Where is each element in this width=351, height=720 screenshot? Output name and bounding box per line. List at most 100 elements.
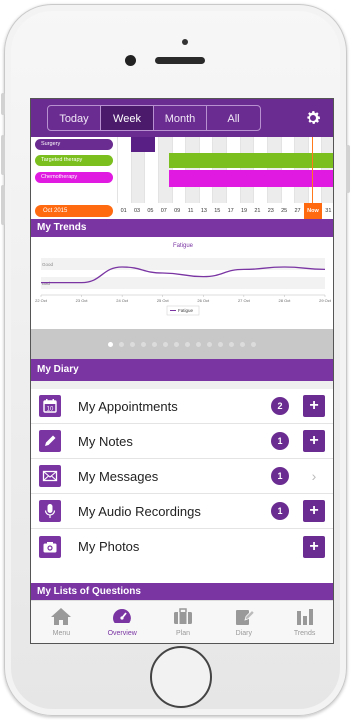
diary-row-appointments[interactable]: 10 My Appointments 2 + xyxy=(31,389,333,424)
speedometer-icon xyxy=(110,605,134,627)
date-label: 15 xyxy=(214,208,221,214)
pager-dot[interactable] xyxy=(141,341,146,347)
treatment-timeline: Surgery Targeted therapy Chemotherapy Oc… xyxy=(31,137,333,219)
date-label: 25 xyxy=(281,208,288,214)
date-label: 13 xyxy=(200,208,207,214)
audio-recordings-label: My Audio Recordings xyxy=(78,503,201,519)
pager-dot[interactable] xyxy=(218,341,223,347)
x-tick-label: 26 Oct xyxy=(197,298,210,303)
pager-dot[interactable] xyxy=(130,341,135,347)
pager-dot[interactable] xyxy=(174,341,179,347)
month-badge[interactable]: Oct 2015 xyxy=(35,205,113,217)
chart-title: Fatigue xyxy=(173,243,194,249)
date-label: 05 xyxy=(147,208,154,214)
date-label: 31 xyxy=(325,208,332,214)
good-band xyxy=(41,258,325,270)
pager-dot[interactable] xyxy=(108,341,113,347)
pager-dot[interactable] xyxy=(152,341,157,347)
add-audio-recording-button[interactable]: + xyxy=(303,500,325,522)
now-marker-line xyxy=(312,137,313,203)
diary-row-messages[interactable]: My Messages 1 › xyxy=(31,459,333,494)
x-tick-label: 24 Oct xyxy=(116,298,129,303)
tab-plan-label: Plan xyxy=(175,630,190,637)
pager-dot[interactable] xyxy=(163,341,168,347)
tab-trends-label: Trends xyxy=(293,630,316,637)
tab-overview-label: Overview xyxy=(107,630,137,637)
timeline-label-targeted-therapy[interactable]: Targeted therapy xyxy=(35,155,113,166)
messages-label: My Messages xyxy=(78,468,159,484)
pager-dot[interactable] xyxy=(240,341,245,347)
appointments-label: My Appointments xyxy=(78,398,178,414)
timeline-label-chemotherapy[interactable]: Chemotherapy xyxy=(35,172,113,183)
volume-down-button xyxy=(1,185,5,225)
tab-plan[interactable]: Plan xyxy=(153,601,214,643)
svg-text:10: 10 xyxy=(47,407,54,413)
settings-gear-icon[interactable] xyxy=(303,108,323,128)
tab-trends[interactable]: Trends xyxy=(274,601,333,643)
segment-week[interactable]: Week xyxy=(101,106,154,130)
add-appointment-button[interactable]: + xyxy=(303,395,325,417)
date-label: 27 xyxy=(294,208,301,214)
front-sensor xyxy=(182,39,188,45)
diary-pen-icon xyxy=(232,605,256,627)
tab-overview[interactable]: Overview xyxy=(92,601,153,643)
segment-all[interactable]: All xyxy=(207,106,260,130)
bar-chart-icon xyxy=(293,605,317,627)
pager-dot[interactable] xyxy=(251,341,256,347)
x-tick-label: 27 Oct xyxy=(238,298,251,303)
add-note-button[interactable]: + xyxy=(303,430,325,452)
date-label: 01 xyxy=(120,208,127,214)
lists-of-questions-header[interactable]: My Lists of Questions xyxy=(31,583,333,601)
chevron-right-icon[interactable]: › xyxy=(303,468,325,484)
period-segmented-control: Today Week Month All xyxy=(47,105,261,131)
segment-month[interactable]: Month xyxy=(154,106,207,130)
notes-label: My Notes xyxy=(78,433,133,449)
pencil-icon xyxy=(39,430,61,452)
power-button xyxy=(346,145,350,193)
date-label: 17 xyxy=(227,208,234,214)
timeline-row-targeted-therapy: Targeted therapy xyxy=(31,153,333,168)
date-label: 23 xyxy=(267,208,274,214)
camera-icon xyxy=(39,535,61,558)
envelope-icon xyxy=(39,465,61,487)
timeline-row-chemotherapy: Chemotherapy xyxy=(31,170,333,187)
add-photo-button[interactable]: + xyxy=(303,535,325,558)
tab-menu[interactable]: Menu xyxy=(31,601,92,643)
trends-header: My Trends xyxy=(31,219,333,237)
pager-dot[interactable] xyxy=(119,341,124,347)
microphone-icon xyxy=(39,500,61,522)
diary-list: 10 My Appointments 2 + My Notes 1 + My M… xyxy=(31,389,333,564)
y-category-label: Bad xyxy=(42,281,51,286)
bottom-tab-bar: Menu Overview Plan Diary Trends xyxy=(31,600,333,643)
chemotherapy-bar[interactable] xyxy=(169,170,333,187)
home-button[interactable] xyxy=(150,646,212,708)
photos-label: My Photos xyxy=(78,539,140,554)
diary-spacer xyxy=(31,381,333,389)
tab-diary[interactable]: Diary xyxy=(213,601,274,643)
pager-dot[interactable] xyxy=(207,341,212,347)
pager-dot[interactable] xyxy=(196,341,201,347)
diary-row-audio-recordings[interactable]: My Audio Recordings 1 + xyxy=(31,494,333,529)
diary-row-photos[interactable]: My Photos + xyxy=(31,529,333,564)
date-label: 07 xyxy=(160,208,167,214)
surgery-bar[interactable] xyxy=(131,137,155,152)
segment-today[interactable]: Today xyxy=(48,106,101,130)
pager-dot[interactable] xyxy=(185,341,190,347)
tab-menu-label: Menu xyxy=(52,630,71,637)
trends-pager[interactable] xyxy=(31,329,333,359)
tab-diary-label: Diary xyxy=(235,630,252,637)
date-label: 09 xyxy=(174,208,181,214)
legend-label: Fatigue xyxy=(178,308,194,313)
targeted-therapy-bar[interactable] xyxy=(169,153,333,168)
diary-row-notes[interactable]: My Notes 1 + xyxy=(31,424,333,459)
fatigue-trend-chart[interactable]: Fatigue Good Bad 22 Oct 23 Oct 24 Oct 25 Oct 26… xyxy=(31,237,333,329)
pager-dot[interactable] xyxy=(229,341,234,347)
appointments-count-badge: 2 xyxy=(271,397,289,415)
earpiece-speaker xyxy=(155,57,205,64)
briefcase-icon xyxy=(171,605,195,627)
volume-up-button xyxy=(1,135,5,175)
timeline-row-surgery: Surgery xyxy=(31,137,333,152)
timeline-label-surgery[interactable]: Surgery xyxy=(35,139,113,150)
date-now[interactable]: Now xyxy=(304,203,322,219)
date-label: 19 xyxy=(241,208,248,214)
